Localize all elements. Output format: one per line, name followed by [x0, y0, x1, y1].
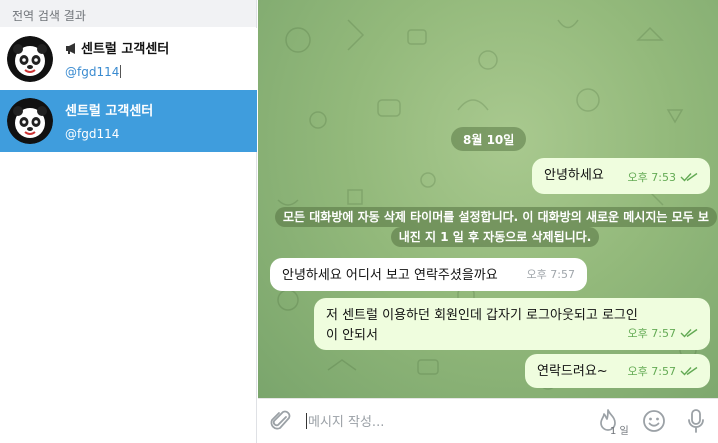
- result-name: 센트럴 고객센터: [65, 38, 169, 57]
- auto-delete-service-message: 모든 대화방에 자동 삭제 타이머를 설정합니다. 이 대화방의 새로운 메시지…: [275, 207, 717, 247]
- megaphone-icon: [66, 43, 75, 54]
- message-text: 저 센트럴 이용하던 회원인데 갑자기 로그아웃되고 로그인이 안되서: [326, 308, 638, 343]
- double-check-icon: [680, 172, 698, 182]
- message-meta: 오후 7:57: [628, 362, 698, 382]
- outgoing-message[interactable]: 연락드려요~ 오후 7:57: [525, 354, 710, 388]
- message-time: 오후 7:53: [627, 171, 676, 184]
- date-separator: 8월 10일: [451, 127, 527, 151]
- emoji-icon[interactable]: [642, 409, 666, 433]
- message-time: 오후 7:57: [526, 268, 575, 281]
- result-handle: @fgd114: [65, 127, 120, 141]
- message-input-placeholder: 메시지 작성...: [308, 415, 385, 430]
- search-results-sidebar: 전역 검색 결과 센트럴 고객센터 @fgd114 센트럴 고객센터 @fgd1…: [0, 0, 257, 443]
- microphone-icon[interactable]: [686, 408, 706, 434]
- double-check-icon: [680, 366, 698, 376]
- message-input[interactable]: 메시지 작성...: [306, 411, 384, 430]
- text-caret: [120, 65, 122, 78]
- message-time: 오후 7:57: [627, 327, 676, 340]
- result-handle: @fgd114: [65, 65, 122, 79]
- panda-avatar-icon: [7, 98, 53, 144]
- search-result-user-selected[interactable]: 센트럴 고객센터 @fgd114: [0, 90, 257, 152]
- avatar: [7, 98, 53, 144]
- result-name-text: 센트럴 고객센터: [81, 42, 170, 57]
- panda-avatar-icon: [7, 36, 53, 82]
- input-caret: [306, 413, 307, 429]
- double-check-icon: [680, 328, 698, 338]
- message-meta: 오후 7:53: [628, 168, 698, 188]
- outgoing-message[interactable]: 안녕하세요 오후 7:53: [532, 158, 710, 194]
- result-name: 센트럴 고객센터: [65, 104, 154, 119]
- section-header: 전역 검색 결과: [0, 0, 256, 27]
- outgoing-message[interactable]: 저 센트럴 이용하던 회원인데 갑자기 로그아웃되고 로그인이 안되서 오후 7…: [314, 298, 710, 350]
- message-time: 오후 7:57: [627, 365, 676, 378]
- avatar: [7, 36, 53, 82]
- paperclip-icon[interactable]: [270, 409, 292, 433]
- message-composer: 메시지 작성... 1 일: [258, 398, 718, 443]
- search-result-channel[interactable]: 센트럴 고객센터 @fgd114: [0, 28, 257, 90]
- auto-delete-timer-label: 1 일: [610, 426, 629, 437]
- message-meta: 오후 7:57: [527, 265, 575, 285]
- message-meta: 오후 7:57: [628, 324, 698, 344]
- incoming-message[interactable]: 안녕하세요 어디서 보고 연락주셨을까요 오후 7:57: [270, 258, 587, 291]
- chat-history[interactable]: 8월 10일 안녕하세요 오후 7:53 모든 대화방에 자동 삭제 타이머를 …: [258, 0, 718, 398]
